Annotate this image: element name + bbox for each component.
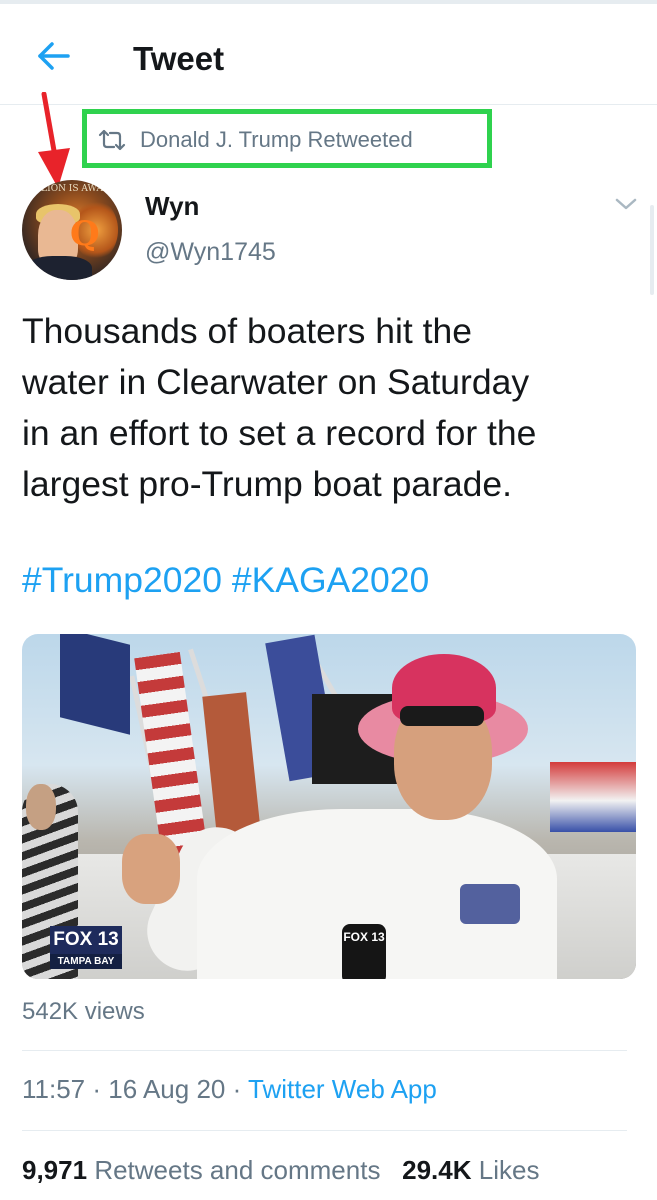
retweets-count: 9,971 (22, 1155, 88, 1185)
page-title: Tweet (133, 40, 225, 77)
hashtag-link[interactable]: #Trump2020 (22, 560, 222, 600)
tweet-time: 11:57 (22, 1074, 86, 1104)
video-mic-label: FOX 13 (343, 930, 385, 944)
header-bar: Tweet (0, 4, 657, 105)
view-count: 542K views (22, 998, 145, 1025)
video-shirt-logo (460, 884, 520, 924)
retweet-icon (98, 129, 126, 151)
video-microphone: FOX 13 (342, 924, 386, 979)
station-badge-bottom: TAMPA BAY (50, 954, 122, 969)
avatar-text: LION IS AWA (41, 184, 103, 194)
author-name[interactable]: Wyn (145, 191, 199, 222)
tweet-date: 16 Aug 20 (108, 1074, 226, 1104)
likes-stat[interactable]: 29.4K Likes (402, 1155, 539, 1185)
likes-count: 29.4K (402, 1155, 472, 1185)
video-person-hand (122, 834, 180, 904)
avatar-q-letter: Q (70, 214, 100, 254)
tweet-line: water in Clearwater on Saturday (22, 362, 530, 402)
tweet-line: Thousands of boaters hit the (22, 311, 472, 351)
annotation-arrow-icon (38, 92, 70, 188)
chevron-down-icon[interactable] (613, 195, 639, 213)
tweet-stats: 9,971 Retweets and comments 29.4K Likes (22, 1155, 539, 1186)
tweet-video[interactable]: FOX 13 FOX 13 TAMPA BAY (22, 634, 636, 979)
tweet-line: largest pro-Trump boat parade. (22, 464, 513, 504)
author-handle[interactable]: @Wyn1745 (145, 238, 276, 267)
avatar-suit-shape (26, 256, 92, 280)
video-sunglasses (400, 706, 484, 726)
tweet-meta: 11:57 · 16 Aug 20 · Twitter Web App (22, 1074, 437, 1105)
retweet-context-text[interactable]: Donald J. Trump Retweeted (140, 127, 413, 153)
retweet-context-highlight: Donald J. Trump Retweeted (82, 109, 492, 168)
scrollbar-thumb[interactable] (650, 205, 654, 295)
meta-separator: · (225, 1074, 249, 1104)
retweets-stat[interactable]: 9,971 Retweets and comments (22, 1155, 380, 1185)
back-button[interactable] (30, 38, 72, 74)
video-flag (60, 634, 130, 735)
retweets-label: Retweets and comments (94, 1155, 381, 1185)
hashtag-row: #Trump2020 #KAGA2020 (22, 556, 429, 604)
station-badge: FOX 13 TAMPA BAY (50, 926, 122, 974)
tweet-line: in an effort to set a record for the (22, 413, 537, 453)
divider (22, 1050, 627, 1051)
station-badge-top: FOX 13 (50, 926, 122, 954)
arrow-left-icon (38, 42, 70, 70)
video-flag (550, 762, 636, 832)
tweet-source-link[interactable]: Twitter Web App (248, 1074, 437, 1104)
likes-label: Likes (478, 1155, 540, 1185)
hashtag-link[interactable]: #KAGA2020 (232, 560, 429, 600)
avatar[interactable]: Q LION IS AWA (22, 180, 122, 280)
meta-separator: · (85, 1074, 109, 1104)
tweet-body: Thousands of boaters hit the water in Cl… (22, 306, 642, 510)
divider (22, 1130, 627, 1131)
video-background-head (26, 784, 56, 830)
